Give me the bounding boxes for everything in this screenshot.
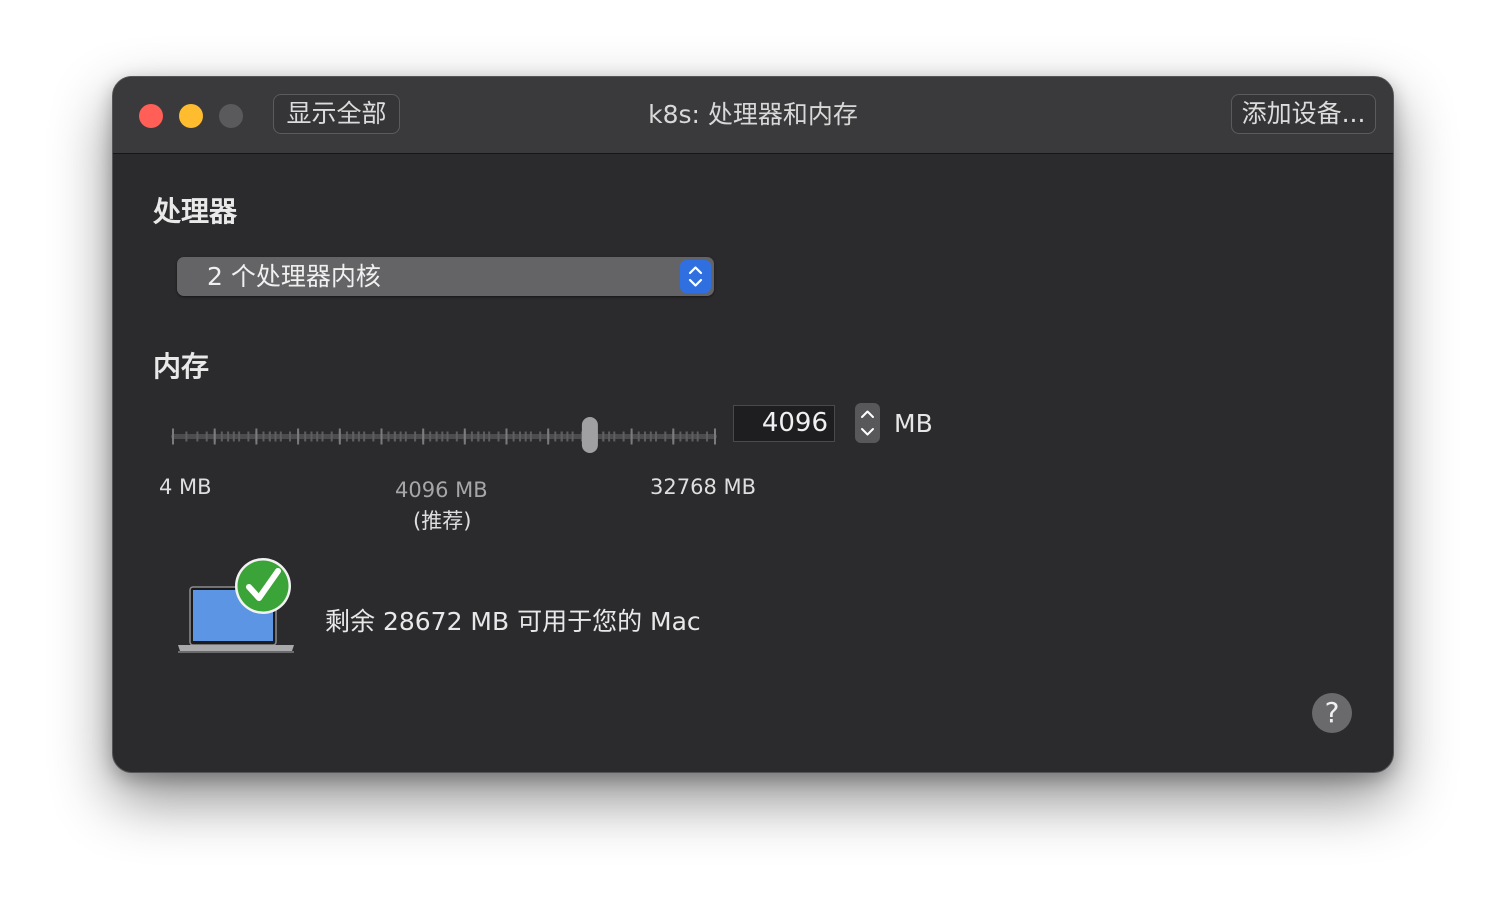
slider-tick (524, 431, 527, 442)
slider-tick (691, 431, 694, 442)
slider-tick (316, 431, 319, 442)
slider-tick (602, 431, 605, 442)
slider-tick (429, 431, 432, 442)
window: 显示全部 k8s: 处理器和内存 添加设备... 处理器 2 个处理器内核 内存… (112, 76, 1394, 773)
slider-tick (672, 428, 675, 445)
memory-stepper[interactable] (855, 403, 880, 443)
slider-tick (470, 431, 473, 442)
slider-tick (414, 431, 417, 442)
slider-recommended-label: 4096 MB (395, 478, 488, 502)
popup-up-down-arrows-icon (680, 260, 711, 293)
slider-tick (664, 431, 667, 442)
processor-count-popup[interactable]: 2 个处理器内核 (177, 257, 714, 296)
processor-count-value: 2 个处理器内核 (207, 262, 381, 291)
slider-tick (497, 431, 500, 442)
slider-tick (297, 428, 300, 445)
slider-tick (310, 431, 313, 442)
slider-min-label: 4 MB (159, 475, 212, 499)
slider-tick (345, 431, 348, 442)
slider-tick (608, 431, 611, 442)
slider-tick (539, 431, 542, 442)
slider-tick (422, 428, 425, 445)
slider-tick (220, 431, 223, 442)
slider-tick (714, 428, 716, 445)
help-button[interactable]: ? (1312, 693, 1352, 733)
slider-tick (547, 428, 550, 445)
slider-tick (274, 431, 277, 442)
slider-tick (205, 431, 208, 442)
slider-max-label: 32768 MB (650, 475, 757, 499)
memory-section-title: 内存 (153, 350, 210, 383)
slider-tick (679, 431, 682, 442)
slider-tick (630, 428, 633, 445)
slider-tick (441, 431, 444, 442)
title-bar: 显示全部 k8s: 处理器和内存 添加设备... (113, 77, 1393, 154)
slider-tick (560, 431, 563, 442)
slider-tick (338, 428, 341, 445)
slider-tick (488, 431, 491, 442)
slider-tick (554, 431, 557, 442)
window-title: k8s: 处理器和内存 (648, 100, 858, 129)
slider-tick (637, 431, 640, 442)
slider-tick (483, 431, 485, 442)
slider-tick (289, 431, 291, 442)
slider-tick (262, 431, 265, 442)
slider-tick (644, 431, 646, 442)
slider-tick (213, 428, 216, 445)
slider-tick (279, 431, 282, 442)
slider-recommended-note: (推荐) (413, 509, 472, 533)
slider-tick (268, 431, 271, 442)
memory-value-field[interactable]: 4096 (733, 405, 835, 442)
slider-tick (512, 431, 515, 442)
slider-tick (706, 431, 708, 442)
slider-tick (477, 431, 480, 442)
slider-tick (185, 431, 188, 442)
slider-tick (372, 431, 375, 442)
slider-tick (571, 431, 574, 442)
slider-tick (247, 431, 250, 442)
slider-tick (505, 428, 508, 445)
slider-tick (655, 431, 657, 442)
slider-tick (455, 431, 458, 442)
slider-tick (321, 431, 324, 442)
slider-tick (393, 431, 396, 442)
slider-tick (380, 428, 383, 445)
slider-tick (330, 431, 333, 442)
slider-tick (255, 428, 258, 445)
slider-tick (363, 431, 366, 442)
slider-tick (304, 431, 307, 442)
processor-section-title: 处理器 (153, 195, 238, 228)
slider-track (171, 434, 717, 439)
slider-tick (529, 431, 532, 442)
add-device-button[interactable]: 添加设备... (1231, 94, 1376, 134)
slider-tick (232, 431, 235, 442)
mac-laptop-icon (177, 557, 295, 657)
slider-tick (172, 428, 174, 445)
stepper-arrows-icon (861, 410, 874, 436)
slider-tick (238, 431, 241, 442)
memory-slider[interactable] (171, 413, 717, 457)
slider-tick (387, 431, 390, 442)
slider-tick (566, 431, 569, 442)
slider-tick (649, 431, 652, 442)
slider-tick (352, 431, 355, 442)
slider-tick (357, 431, 360, 442)
slider-tick (519, 431, 521, 442)
slider-tick (696, 431, 699, 442)
slider-tick (227, 431, 230, 442)
slider-tick (196, 431, 199, 442)
slider-tick (685, 431, 688, 442)
slider-tick (463, 428, 466, 445)
slider-tick (446, 431, 449, 442)
slider-thumb (581, 417, 598, 453)
slider-tick (613, 431, 616, 442)
slider-tick (404, 431, 407, 442)
slider-tick (622, 431, 625, 442)
checkmark-badge-icon (235, 558, 291, 614)
memory-unit-label: MB (894, 409, 933, 438)
available-memory-message: 剩余 28672 MB 可用于您的 Mac (325, 607, 701, 636)
slider-tick (399, 431, 402, 442)
slider-tick (435, 431, 438, 442)
